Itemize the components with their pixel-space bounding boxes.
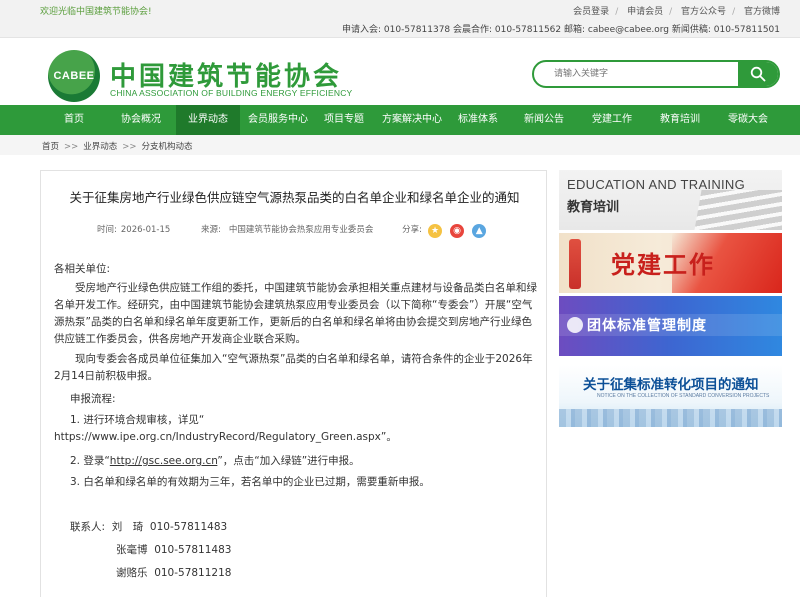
city-skyline-graphic [559,409,782,427]
search-icon [750,66,766,82]
article-date: 2026-01-15 [120,225,171,235]
gsc-link[interactable]: http://gsc.see.org.cn [110,455,218,467]
greeting: 各相关单位: [54,263,111,275]
step-2: 2. 登录“http://gsc.see.org.cn”，点击“加入绿链”进行申… [70,453,554,470]
nav-item-member-services[interactable]: 会员服务中心 [242,105,314,135]
search-box [532,60,780,88]
contact-name-1: 刘 琦 [111,521,144,533]
apply-member-link[interactable]: 申请会员 [627,7,663,17]
flow-title: 申报流程: [70,393,116,405]
contact-label: 联系人: [70,521,106,533]
weibo-link[interactable]: 官方微博 [744,7,780,17]
share-label: 分享: [402,225,422,235]
contact-phone-3: 010-57811218 [154,567,232,579]
party-building-banner[interactable]: 党建工作 [559,233,782,293]
step-1-text: 1. 进行环境合规审核，详见“ [70,414,205,426]
contact-phone-1: 010-57811483 [149,521,228,533]
logo-mark: CABEE [53,70,95,82]
search-input[interactable] [534,62,742,86]
nav-item-party-building[interactable]: 党建工作 [586,105,638,135]
standard-conversion-banner[interactable]: 关于征集标准转化项目的通知 NOTICE ON THE COLLECTION O… [559,365,782,427]
contact-row-1: 联系人: 刘 琦 010-57811483 [70,519,554,536]
contact-phone-2: 010-57811483 [154,544,232,556]
top-bar: 欢迎光临中国建筑节能协会! 会员登录 / 申请会员 / 官方公众号 / 官方微博 申请… [0,0,800,38]
nav-item-projects[interactable]: 项目专题 [318,105,370,135]
date-label: 时间: [97,225,117,235]
education-banner-cn: 教育培训 [567,200,620,215]
member-login-link[interactable]: 会员登录 [573,7,609,17]
search-button[interactable] [738,62,778,86]
contact-name-2: 张毫博 [116,544,148,556]
books-graphic [694,190,782,230]
article-meta: 时间: 2026-01-15 来源: 中国建筑节能协会热泵应用专业委员会 分享: [97,223,422,235]
nav-item-industry-news[interactable]: 业界动态 [176,105,240,135]
education-banner-en: EDUCATION AND TRAINING [567,177,746,192]
qzone-share-icon[interactable]: ★ [428,223,442,238]
step-1-url-line: https://www.ipe.org.cn/IndustryRecord/Re… [54,429,538,446]
step-2-pre: 2. 登录“ [70,455,110,467]
site-header: CABEE 中国建筑节能协会 CHINA ASSOCIATION OF BUIL… [0,38,800,105]
welcome-text: 欢迎光临中国建筑节能协会! [40,7,152,17]
group-standards-banner[interactable]: 团体标准管理制度 [559,296,782,356]
step-1-end: ”。 [380,431,397,443]
pillar-graphic [569,239,581,289]
breadcrumb: 首页 >> 业界动态 >> 分支机构动态 [0,135,800,155]
paragraph-1: 受房地产行业绿色供应链工作组的委托，中国建筑节能协会承担相关重点建材与设备品类白… [54,282,537,345]
nav-item-zero-carbon[interactable]: 零碳大会 [722,105,774,135]
article-panel: 关于征集房地产行业绿色供应链空气源热泵品类的白名单企业和绿名单企业的通知 时间:… [40,170,547,597]
breadcrumb-current[interactable]: 分支机构动态 [142,142,193,152]
party-banner-text: 党建工作 [611,250,715,279]
nav-item-announcements[interactable]: 新闻公告 [518,105,570,135]
conversion-banner-sub: NOTICE ON THE COLLECTION OF STANDARD CON… [597,393,770,399]
nav-item-education[interactable]: 教育培训 [654,105,706,135]
wechat-account-link[interactable]: 官方公众号 [681,7,726,17]
main-nav: 首页 协会概况 业界动态 会员服务中心 项目专题 方案解决中心 标准体系 新闻公… [0,105,800,135]
share-icons: ★ ◉ ▲ [428,220,489,239]
contact-info: 申请入会: 010-57811378 会晨合作: 010-57811562 邮箱… [342,25,780,35]
nav-item-about[interactable]: 协会概况 [110,105,172,135]
source-label: 来源: [200,225,221,235]
breadcrumb-home[interactable]: 首页 [42,142,59,152]
nav-item-home[interactable]: 首页 [46,105,102,135]
breadcrumb-industry[interactable]: 业界动态 [83,142,117,152]
weibo-share-icon[interactable]: ◉ [450,223,465,238]
contact-name-3: 谢赂乐 [116,567,148,579]
tencent-share-icon[interactable]: ▲ [472,223,487,238]
contact-row-3: 谢赂乐 010-57811218 [116,565,600,582]
paragraph-2: 现向专委会各成员单位征集加入“空气源热泵”品类的白名单和绿名单，请符合条件的企业… [54,353,533,382]
education-training-banner[interactable]: EDUCATION AND TRAINING 教育培训 [559,170,782,230]
site-subtitle: CHINA ASSOCIATION OF BUILDING ENERGY EFF… [110,88,353,98]
conversion-banner-text: 关于征集标准转化项目的通知 [583,377,759,393]
article-source: 中国建筑节能协会热泵应用专业委员会 [228,225,374,235]
article-title: 关于征集房地产行业绿色供应链空气源热泵品类的白名单企业和绿名单企业的通知 [69,190,520,205]
cabee-logo[interactable]: CABEE [48,50,100,102]
step-2-post: ”，点击“加入绿链”进行申报。 [217,455,360,467]
step-3: 3. 白名单和绿名单的有效期为三年，若名单中的企业已过期，需要重新申报。 [70,476,430,488]
standards-icon [567,317,583,333]
standards-banner-text: 团体标准管理制度 [587,318,707,334]
step-1-url[interactable]: https://www.ipe.org.cn/IndustryRecord/Re… [54,431,381,443]
contact-row-2: 张毫博 010-57811483 [116,542,600,559]
nav-item-standards[interactable]: 标准体系 [452,105,504,135]
step-1: 1. 进行环境合规审核，详见“ [70,412,554,429]
top-links: 会员登录 / 申请会员 / 官方公众号 / 官方微博 [573,7,780,17]
nav-item-solutions[interactable]: 方案解决中心 [376,105,448,135]
